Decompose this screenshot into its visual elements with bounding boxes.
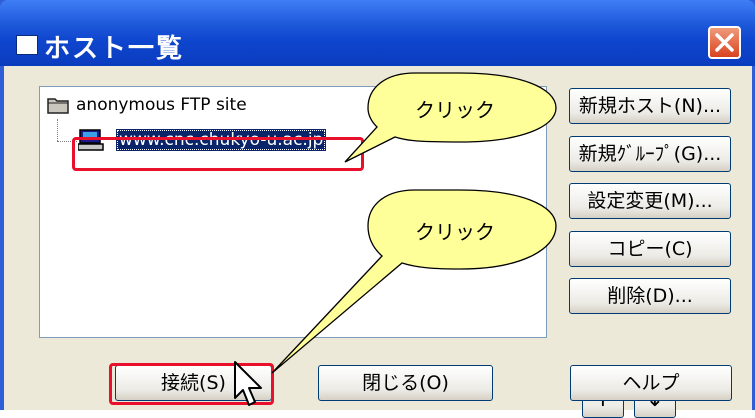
callout-text-bottom: クリック [415,220,495,244]
callout-bubble-bottom [271,189,557,374]
callout-text-top: クリック [415,98,495,122]
host-list-window: ホスト一覧 anonymous FTP site www.cnc.chukyo-… [0,0,755,418]
callout-layer [271,72,557,374]
mouse-cursor-icon [234,361,262,406]
